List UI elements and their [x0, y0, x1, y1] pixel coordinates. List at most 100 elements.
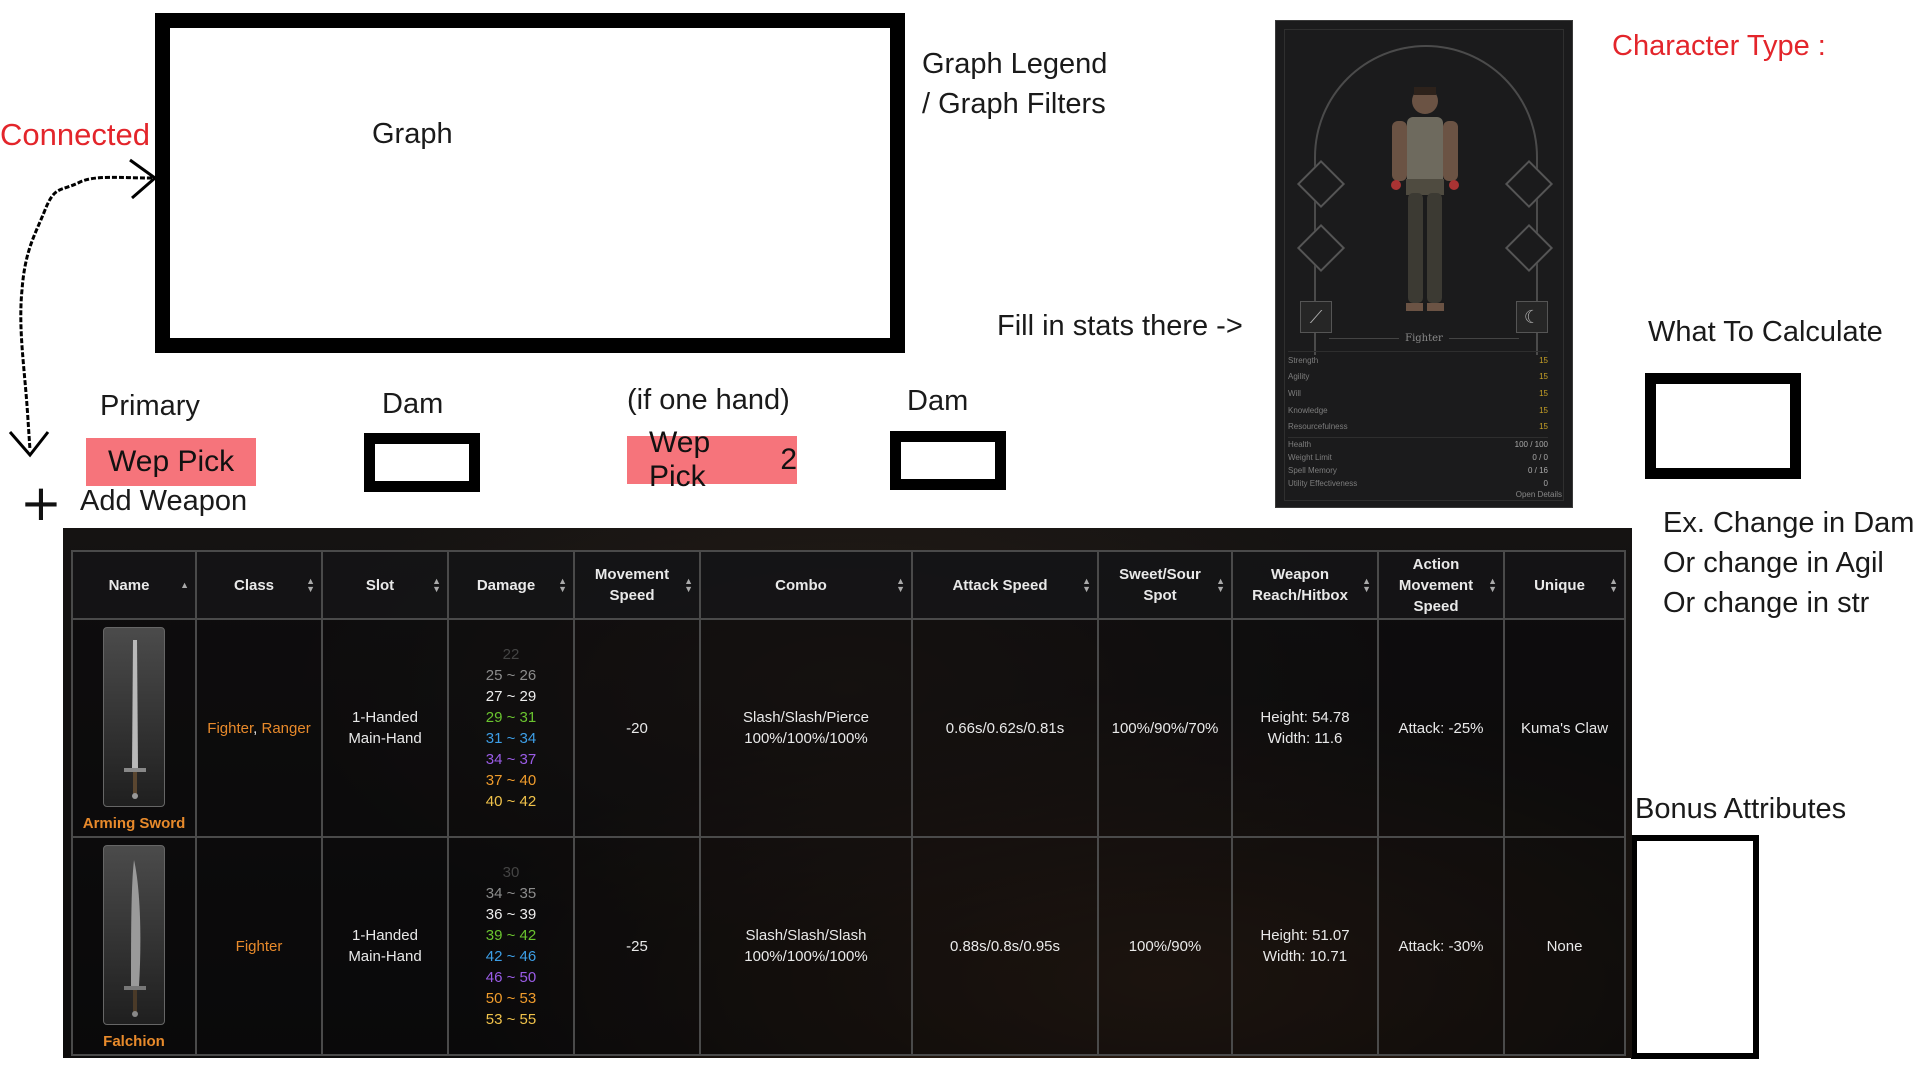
damage-tier: 42 ~ 46 — [485, 948, 537, 965]
secondary-weapon-pick-label: Wep Pick — [649, 426, 711, 493]
primary-damage-input[interactable] — [364, 433, 480, 492]
weapon-name-cell[interactable]: Falchion — [71, 836, 197, 1056]
stat-divider — [1288, 351, 1548, 352]
secondary-weapon-pick-button[interactable]: Wep Pick 2 — [627, 426, 797, 493]
slot-hands: 1-Handed — [352, 927, 418, 944]
character-class: Fighter — [1276, 333, 1572, 344]
bonus-attributes-box[interactable] — [1631, 835, 1759, 1059]
sort-icon: ▲ ▼ — [558, 576, 567, 594]
weapon-table: Name ▲ Class ▲ ▼ Slot ▲ ▼ Damage ▲ ▼ Movement S… — [71, 550, 1626, 1056]
secondary-damage-input[interactable] — [890, 431, 1006, 490]
weapon-table-panel: Name ▲ Class ▲ ▼ Slot ▲ ▼ Damage ▲ ▼ Movement S… — [63, 528, 1632, 1058]
stat-strength: Strength 15 — [1288, 356, 1548, 365]
damage-tier: 40 ~ 42 — [485, 793, 537, 810]
add-weapon-plus-icon[interactable]: + — [20, 478, 62, 528]
reach-width: Width: 11.6 — [1267, 730, 1343, 747]
what-to-calculate-label: What To Calculate — [1648, 316, 1883, 348]
slot-hand: Main-Hand — [348, 948, 422, 965]
unique-cell: None — [1503, 836, 1626, 1056]
class-name[interactable]: Fighter — [207, 720, 253, 737]
sweet-spot-cell: 100%/90% — [1097, 836, 1233, 1056]
damage-cell: 30 34 ~ 35 36 ~ 39 39 ~ 42 42 ~ 46 46 ~ … — [447, 836, 575, 1056]
table-row[interactable]: Arming Sword Fighter, Ranger 1-Handed Mai… — [71, 618, 1626, 838]
action-speed-cell: Attack: -25% — [1377, 618, 1505, 838]
damage-tier: 31 ~ 34 — [485, 730, 537, 747]
sort-asc-icon: ▲ — [180, 580, 189, 590]
header-attack-speed[interactable]: Attack Speed ▲ ▼ — [911, 550, 1099, 620]
action-speed-cell: Attack: -30% — [1377, 836, 1505, 1056]
attack-speed-cell: 0.88s/0.8s/0.95s — [911, 836, 1099, 1056]
skill-slot-icon[interactable]: ⟋ — [1300, 301, 1332, 333]
damage-tier: 34 ~ 37 — [485, 751, 537, 768]
class-cell: Fighter — [195, 836, 323, 1056]
damage-tier: 46 ~ 50 — [485, 969, 537, 986]
reach-width: Width: 10.71 — [1262, 948, 1348, 965]
sort-icon: ▲ ▼ — [432, 576, 441, 594]
open-details-button[interactable]: Open Details — [1516, 490, 1562, 499]
header-unique[interactable]: Unique ▲ ▼ — [1503, 550, 1626, 620]
perk-slot-icon[interactable]: ☾ — [1516, 301, 1548, 333]
reach-cell: Height: 51.07 Width: 10.71 — [1231, 836, 1379, 1056]
table-row[interactable]: Falchion Fighter 1-Handed Main-Hand 30 34… — [71, 836, 1626, 1056]
reach-height: Height: 51.07 — [1260, 927, 1350, 944]
bonus-attributes-label: Bonus Attributes — [1635, 793, 1847, 825]
header-movement-speed[interactable]: Movement Speed ▲ ▼ — [573, 550, 701, 620]
primary-weapon-pick-button[interactable]: Wep Pick — [86, 438, 256, 486]
graph-label: Graph — [372, 118, 453, 150]
stat-weight-limit: Weight Limit 0 / 0 — [1288, 453, 1548, 462]
header-combo[interactable]: Combo ▲ ▼ — [699, 550, 913, 620]
damage-tier: 22 — [502, 646, 520, 663]
stat-divider-2 — [1288, 437, 1548, 438]
damage-tier: 27 ~ 29 — [485, 688, 537, 705]
sort-icon: ▲ ▼ — [684, 576, 693, 594]
header-damage[interactable]: Damage ▲ ▼ — [447, 550, 575, 620]
stat-spell-memory: Spell Memory 0 / 16 — [1288, 466, 1548, 475]
class-name[interactable]: Ranger — [262, 720, 311, 737]
graph-legend-label: Graph Legend — [922, 48, 1108, 80]
movement-speed-cell: -25 — [573, 836, 701, 1056]
header-sweet-sour-spot[interactable]: Sweet/Sour Spot ▲ ▼ — [1097, 550, 1233, 620]
class-name[interactable]: Fighter — [236, 938, 283, 955]
sweet-spot-cell: 100%/90%/70% — [1097, 618, 1233, 838]
sort-icon: ▲ ▼ — [1216, 576, 1225, 594]
add-weapon-button[interactable]: Add Weapon — [80, 485, 247, 518]
movement-speed-cell: -20 — [573, 618, 701, 838]
class-separator: , — [253, 719, 262, 737]
sort-icon: ▲ ▼ — [896, 576, 905, 594]
header-action-movement-speed[interactable]: Action Movement Speed ▲ ▼ — [1377, 550, 1505, 620]
slot-hand: Main-Hand — [348, 730, 422, 747]
slot-hands: 1-Handed — [352, 709, 418, 726]
unique-cell[interactable]: Kuma's Claw — [1503, 618, 1626, 838]
stat-resourcefulness: Resourcefulness 15 — [1288, 422, 1548, 431]
header-class[interactable]: Class ▲ ▼ — [195, 550, 323, 620]
attack-speed-cell: 0.66s/0.62s/0.81s — [911, 618, 1099, 838]
damage-tier: 25 ~ 26 — [485, 667, 537, 684]
header-slot[interactable]: Slot ▲ ▼ — [321, 550, 449, 620]
graph-area — [155, 13, 905, 353]
stat-knowledge: Knowledge 15 — [1288, 406, 1548, 415]
graph-filters-label: / Graph Filters — [922, 88, 1106, 120]
weapon-name: Arming Sword — [82, 814, 186, 832]
character-panel[interactable]: ⟋ ☾ Fighter Strength 15 Agility 15 Will 15 … — [1275, 20, 1573, 508]
what-to-calculate-input[interactable] — [1645, 373, 1801, 479]
reach-cell: Height: 54.78 Width: 11.6 — [1231, 618, 1379, 838]
primary-weapon-pick-label: Wep Pick — [108, 445, 235, 478]
damage-tier: 50 ~ 53 — [485, 990, 537, 1007]
table-header-row: Name ▲ Class ▲ ▼ Slot ▲ ▼ Damage ▲ ▼ Movement S… — [71, 550, 1626, 620]
header-name[interactable]: Name ▲ — [71, 550, 197, 620]
damage-tier: 30 — [502, 864, 520, 881]
damage-tier: 53 ~ 55 — [485, 1011, 537, 1028]
example-line-2: Or change in Agil — [1663, 547, 1884, 579]
damage-tier: 36 ~ 39 — [485, 906, 537, 923]
damage-tier: 39 ~ 42 — [485, 927, 537, 944]
weapon-name-cell[interactable]: Arming Sword — [71, 618, 197, 838]
damage-tier: 34 ~ 35 — [485, 885, 537, 902]
example-line-1: Ex. Change in Dam — [1663, 507, 1915, 539]
header-weapon-reach[interactable]: Weapon Reach/Hitbox ▲ ▼ — [1231, 550, 1379, 620]
primary-label: Primary — [100, 390, 200, 422]
fill-in-stats-label: Fill in stats there -> — [997, 310, 1243, 342]
character-type-label: Character Type : — [1612, 30, 1826, 62]
stat-agility: Agility 15 — [1288, 372, 1548, 381]
sort-icon: ▲ ▼ — [306, 576, 315, 594]
combo-cell: Slash/Slash/Slash 100%/100%/100% — [699, 836, 913, 1056]
